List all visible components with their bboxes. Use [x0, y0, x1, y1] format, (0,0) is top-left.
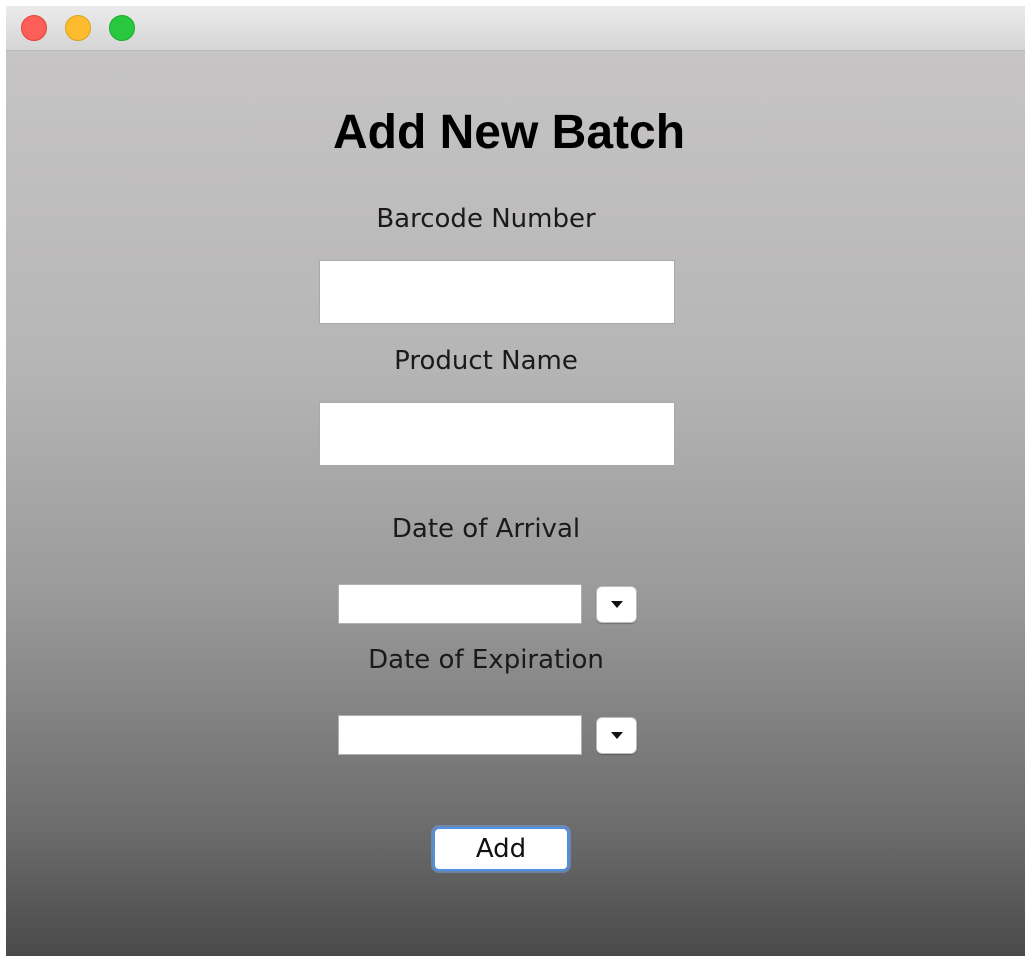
barcode-label: Barcode Number [376, 204, 596, 234]
zoom-window-button[interactable] [109, 15, 135, 41]
caret-down-icon [610, 732, 623, 739]
expiration-date-input[interactable] [338, 715, 582, 755]
title-bar[interactable] [6, 6, 1025, 51]
product-name-input[interactable] [319, 402, 675, 466]
barcode-input[interactable] [319, 260, 675, 324]
app-window: Add New Batch Barcode Number Product Nam… [6, 6, 1025, 956]
caret-down-icon [610, 601, 623, 608]
minimize-window-button[interactable] [65, 15, 91, 41]
expiration-date-label: Date of Expiration [368, 645, 604, 675]
close-window-button[interactable] [21, 15, 47, 41]
arrival-date-input[interactable] [338, 584, 582, 624]
arrival-date-label: Date of Arrival [391, 514, 581, 544]
expiration-date-dropdown-button[interactable] [596, 717, 637, 754]
add-button[interactable]: Add [433, 827, 569, 871]
product-name-label: Product Name [394, 346, 578, 376]
page-title: Add New Batch [332, 106, 686, 159]
form-panel: Add New Batch Barcode Number Product Nam… [6, 51, 1025, 956]
arrival-date-dropdown-button[interactable] [596, 586, 637, 623]
